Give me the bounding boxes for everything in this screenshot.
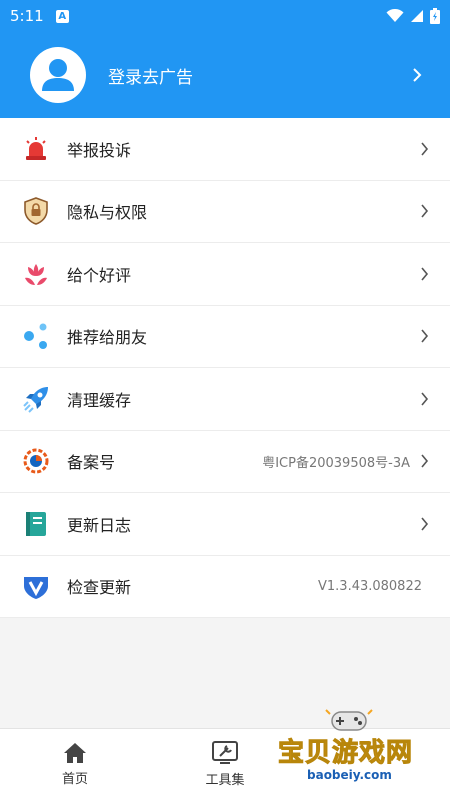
- bottom-nav: 首页 工具集: [0, 728, 450, 800]
- login-text[interactable]: 登录去广告: [108, 63, 193, 88]
- nav-item-mine[interactable]: [300, 729, 450, 800]
- menu-label: 隐私与权限: [67, 203, 148, 223]
- menu-label: 举报投诉: [67, 140, 132, 160]
- status-icons: [386, 8, 440, 24]
- notebook-icon: [22, 510, 50, 538]
- flower-icon: [22, 260, 50, 288]
- battery-icon: [430, 8, 440, 24]
- status-bar: 5:11 A: [0, 0, 450, 32]
- version-v-icon: [22, 572, 50, 600]
- avatar[interactable]: [30, 47, 86, 103]
- nav-item-home[interactable]: 首页: [0, 729, 150, 800]
- chevron-right-icon: [418, 392, 430, 406]
- menu-item-share[interactable]: 推荐给朋友: [0, 306, 450, 368]
- chevron-right-icon: [418, 454, 430, 468]
- chevron-right-icon: [418, 517, 430, 531]
- lock-shield-icon: [22, 197, 50, 226]
- menu-label: 检查更新: [67, 578, 132, 598]
- menu-item-icp-record[interactable]: 备案号 粤ICP备20039508号-3A: [0, 431, 450, 493]
- nav-item-tools[interactable]: 工具集: [150, 729, 300, 800]
- menu-label: 推荐给朋友: [67, 328, 148, 348]
- menu-item-check-update[interactable]: 检查更新 V1.3.43.080822: [0, 556, 450, 618]
- nav-label: 工具集: [205, 773, 245, 788]
- version-number: V1.3.43.080822: [318, 578, 422, 594]
- user-icon: [42, 59, 74, 91]
- chevron-right-icon: [418, 329, 430, 343]
- menu-label: 清理缓存: [67, 390, 132, 410]
- settings-menu: 举报投诉 隐私与权限 给个好评 推荐给朋友 清理缓存 备案号 粤ICP备2003…: [0, 118, 450, 618]
- menu-label: 备案号: [67, 453, 116, 473]
- rocket-icon: [22, 385, 50, 413]
- share-icon: [22, 322, 50, 350]
- login-header[interactable]: 登录去广告: [0, 32, 450, 118]
- nav-label: 首页: [61, 772, 88, 787]
- home-icon: [64, 743, 86, 763]
- menu-item-changelog[interactable]: 更新日志: [0, 493, 450, 556]
- icp-number: 粤ICP备20039508号-3A: [262, 455, 410, 471]
- wifi-icon: [386, 9, 404, 22]
- chevron-right-icon: [418, 267, 430, 281]
- menu-label: 更新日志: [67, 515, 132, 535]
- chevron-right-icon: [418, 204, 430, 218]
- menu-item-privacy[interactable]: 隐私与权限: [0, 181, 450, 243]
- menu-item-clear-cache[interactable]: 清理缓存: [0, 368, 450, 431]
- record-icon: [22, 447, 50, 475]
- status-time: 5:11: [10, 7, 44, 25]
- tools-icon: [212, 741, 238, 764]
- menu-item-rate[interactable]: 给个好评: [0, 243, 450, 306]
- menu-label: 给个好评: [67, 265, 132, 285]
- menu-item-report[interactable]: 举报投诉: [0, 118, 450, 181]
- notification-a-icon: A: [55, 9, 69, 23]
- alarm-siren-icon: [22, 135, 50, 163]
- chevron-right-icon[interactable]: [412, 67, 422, 83]
- signal-icon: [411, 10, 423, 22]
- chevron-right-icon: [418, 142, 430, 156]
